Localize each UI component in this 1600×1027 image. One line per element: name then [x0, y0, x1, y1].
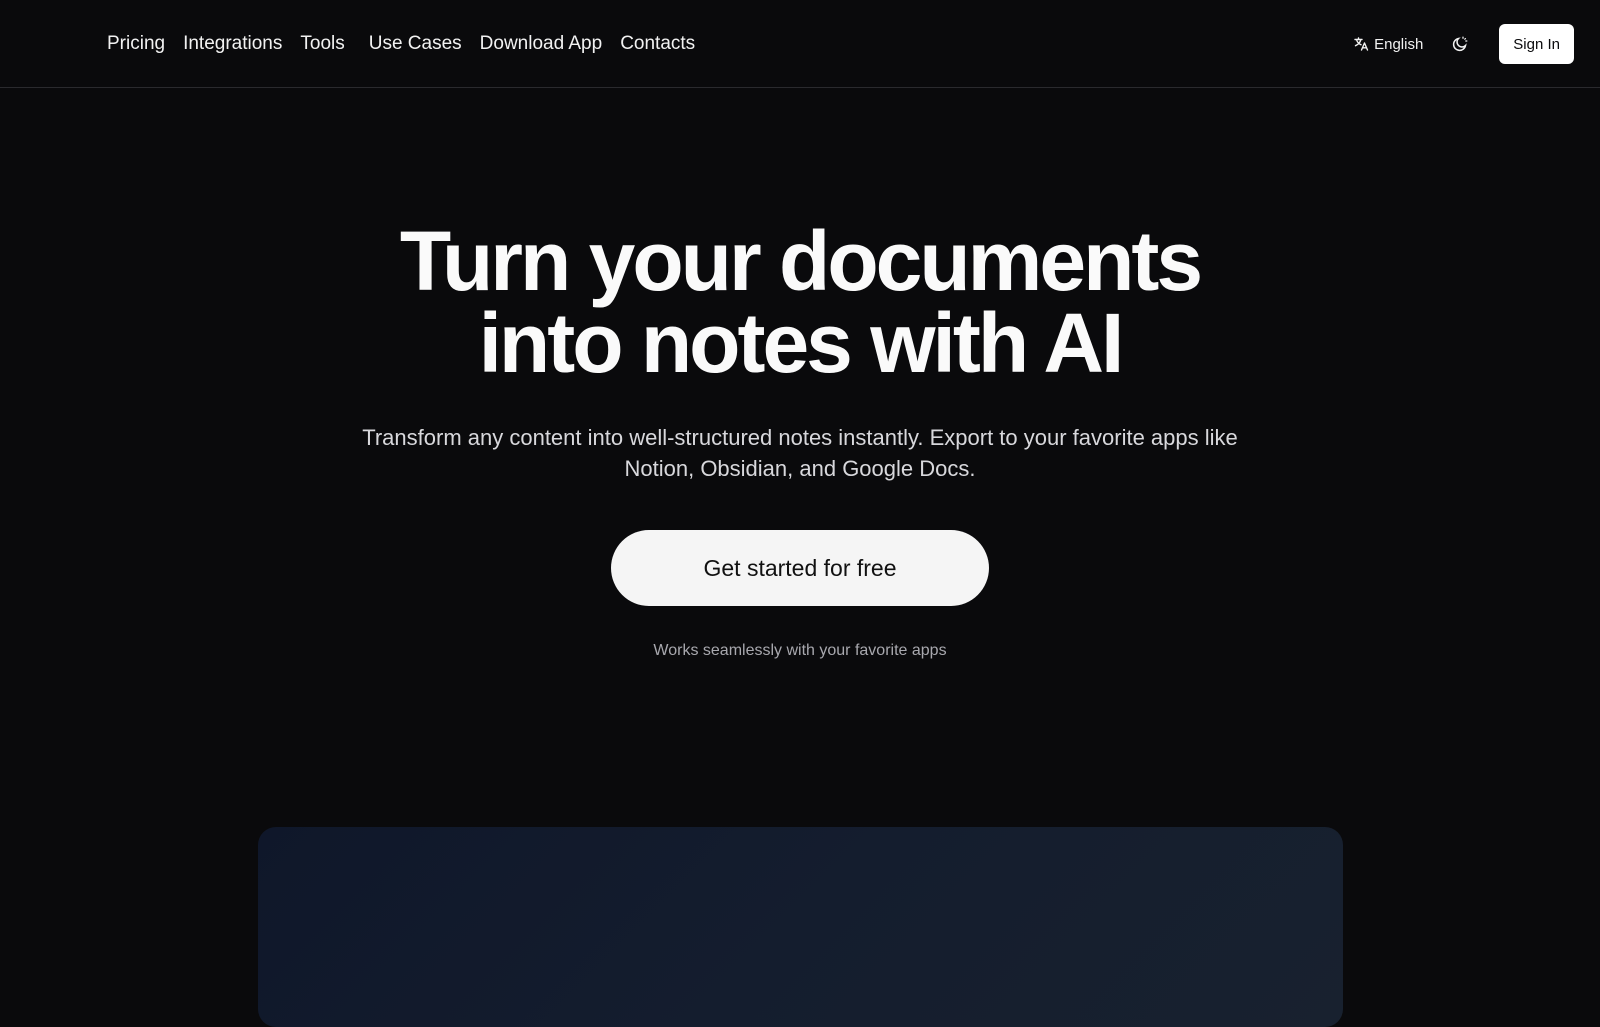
top-navigation: Pricing Integrations Tools Use Cases Dow… [0, 0, 1600, 88]
get-started-button[interactable]: Get started for free [611, 530, 989, 606]
hero-section: Turn your documents into notes with AI T… [0, 219, 1600, 660]
nav-links: Pricing Integrations Tools Use Cases Dow… [107, 0, 713, 88]
theme-toggle-icon [1453, 36, 1468, 52]
hero-title-line-1: Turn your documents [399, 214, 1203, 308]
sign-in-button[interactable]: Sign In [1499, 24, 1574, 64]
hero-title: Turn your documents into notes with AI [0, 219, 1600, 385]
nav-link-contacts[interactable]: Contacts [620, 33, 695, 55]
theme-toggle-button[interactable] [1449, 33, 1471, 55]
nav-link-download-app[interactable]: Download App [480, 33, 603, 55]
app-preview-panel [258, 827, 1343, 1027]
works-with-caption: Works seamlessly with your favorite apps [653, 642, 947, 659]
nav-link-use-cases[interactable]: Use Cases [369, 33, 462, 55]
nav-actions: English Sign In [1353, 0, 1574, 88]
hero-subtitle: Transform any content into well-structur… [362, 425, 1238, 481]
translate-icon [1354, 37, 1369, 51]
nav-link-pricing[interactable]: Pricing [107, 33, 165, 55]
language-selector[interactable]: English [1353, 36, 1423, 53]
nav-link-tools[interactable]: Tools [300, 33, 344, 55]
language-label: English [1374, 35, 1424, 53]
nav-link-integrations[interactable]: Integrations [183, 33, 282, 55]
hero-title-line-2: into notes with AI [478, 296, 1125, 390]
